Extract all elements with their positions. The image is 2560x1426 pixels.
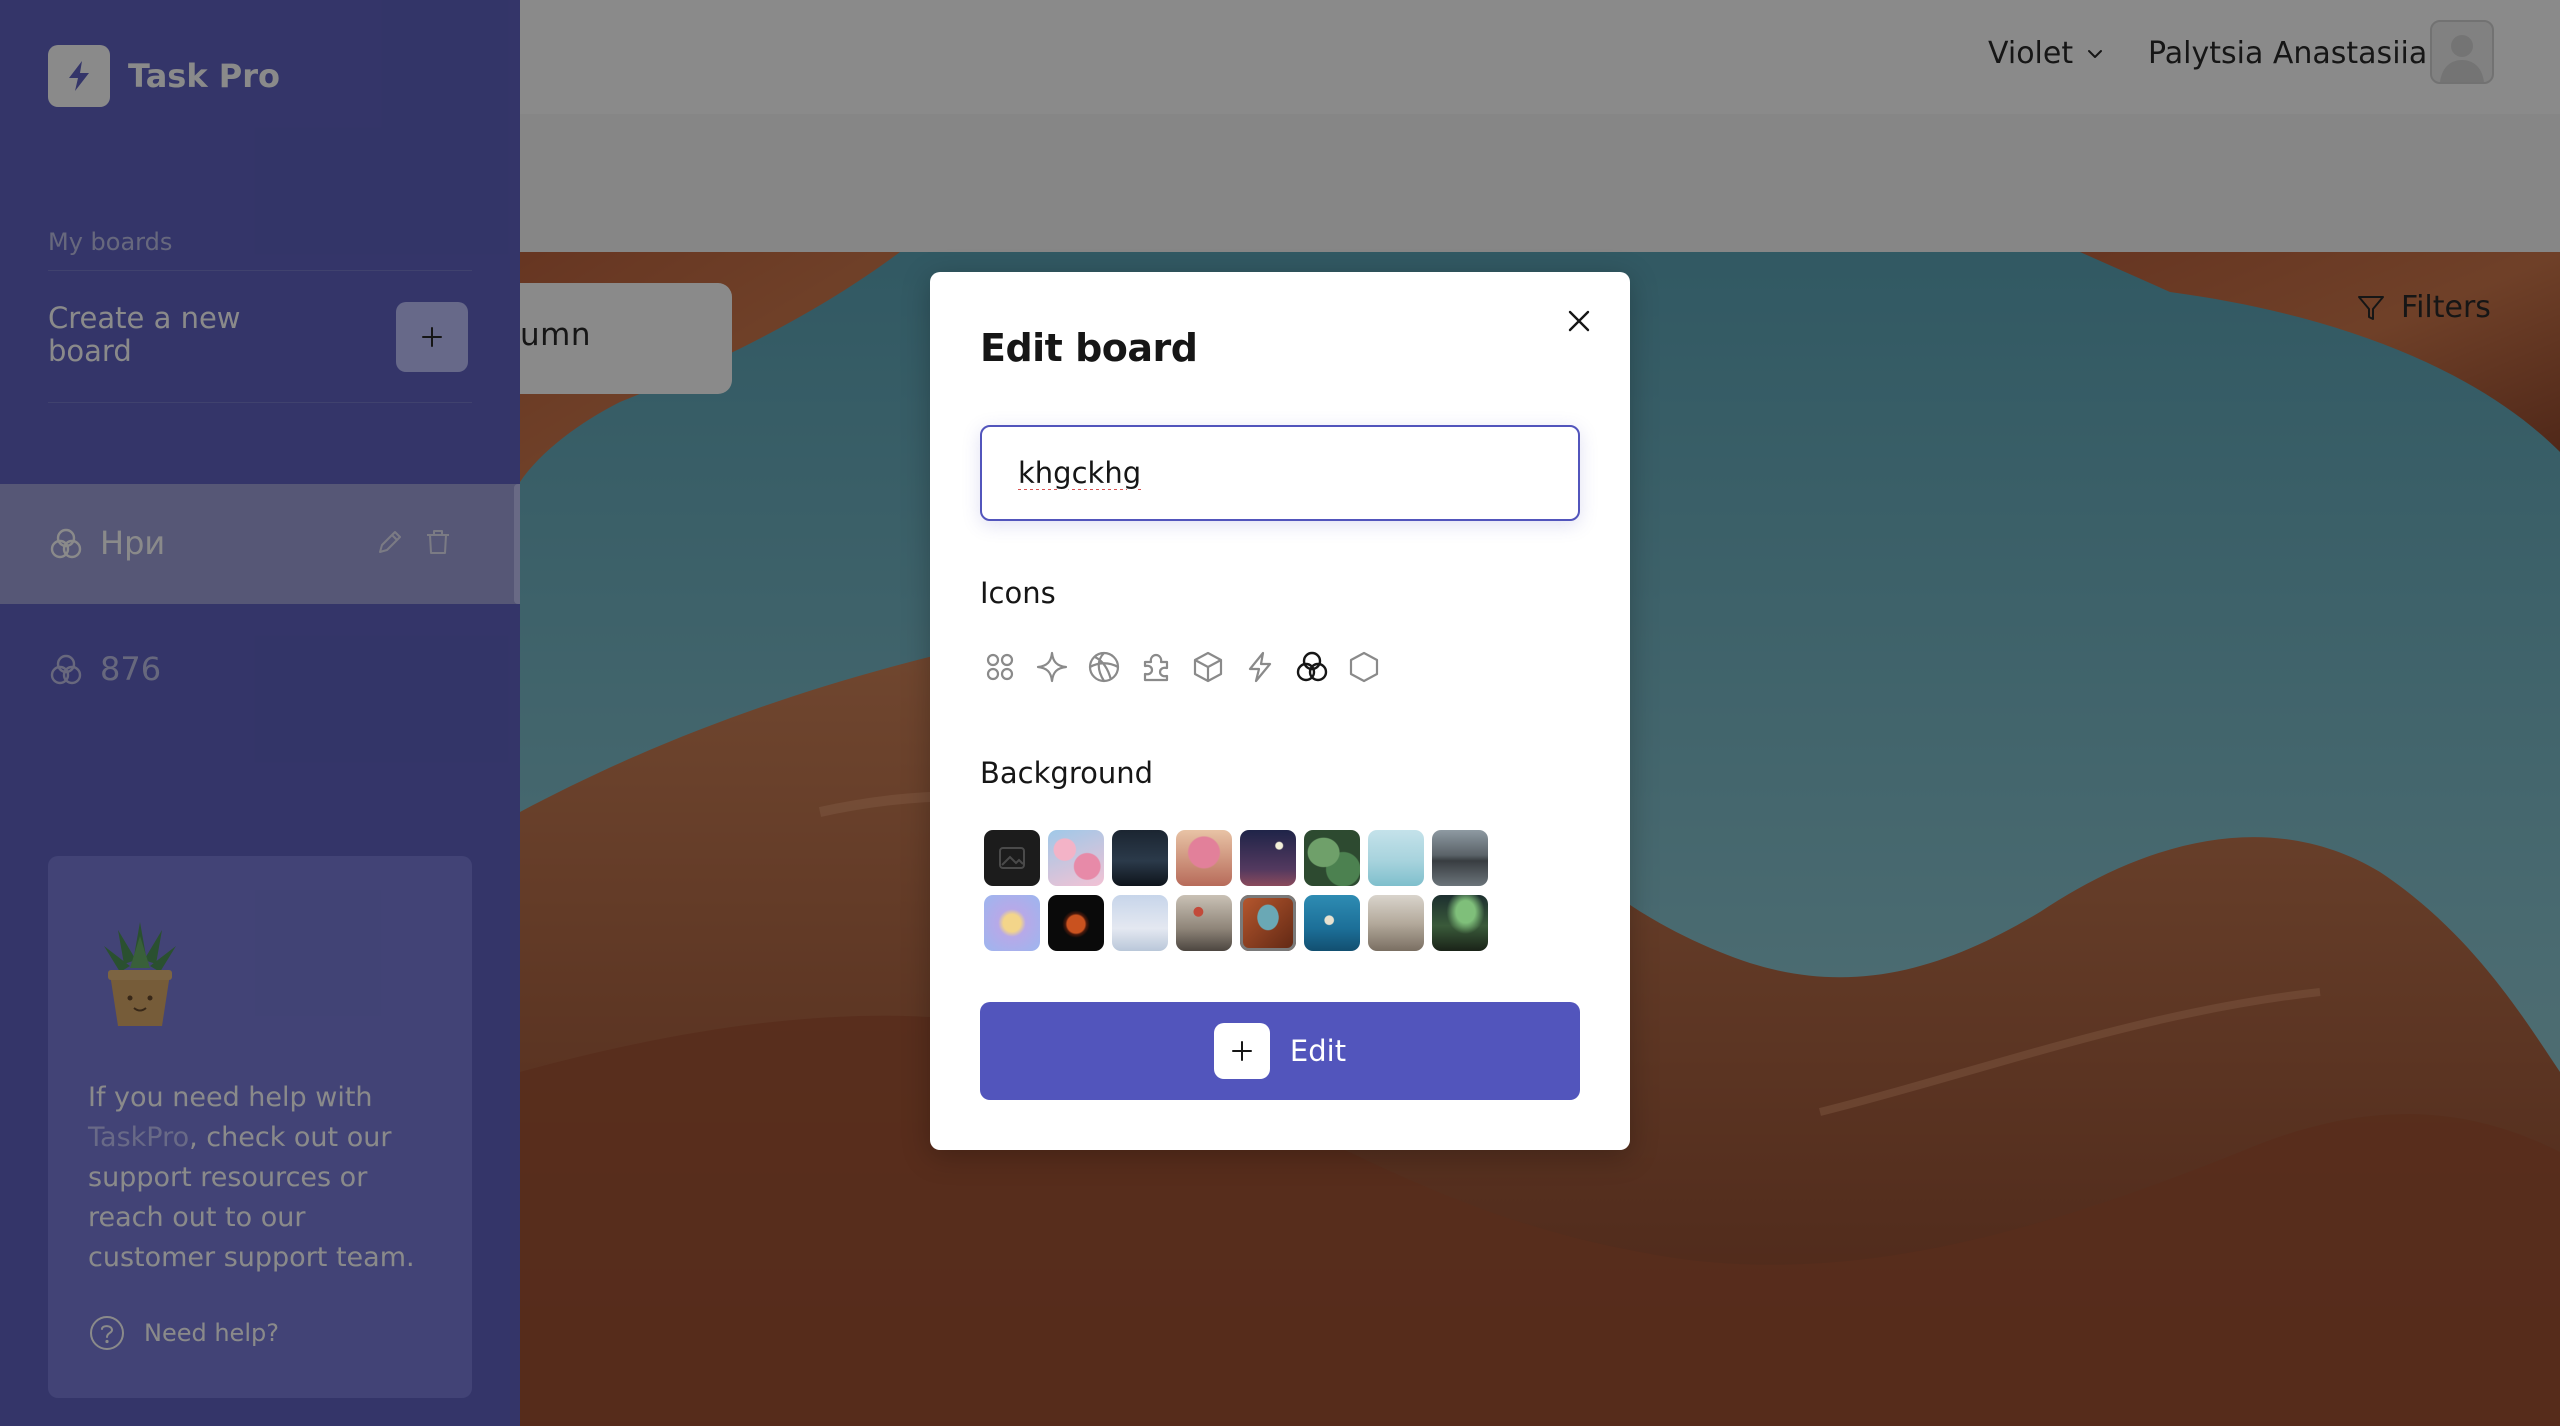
hexagon-icon	[1349, 651, 1379, 683]
bg-option-canyon-arch[interactable]	[1240, 895, 1296, 951]
icons-selector	[980, 647, 1384, 687]
close-icon	[1568, 310, 1590, 332]
star-icon	[1036, 651, 1068, 683]
plus-icon	[1231, 1041, 1252, 1061]
bg-option-pale-sea[interactable]	[1368, 830, 1424, 886]
bg-option-tropical-sea[interactable]	[1304, 895, 1360, 951]
icon-option-loading[interactable]	[1084, 647, 1124, 687]
lightning-icon	[1248, 651, 1272, 683]
bg-option-none[interactable]	[984, 830, 1040, 886]
edit-button-label: Edit	[1289, 1034, 1347, 1068]
board-title-input[interactable]	[980, 425, 1580, 521]
background-label: Background	[980, 756, 1154, 790]
close-button[interactable]	[1558, 300, 1600, 342]
modal-title: Edit board	[980, 326, 1198, 370]
bg-option-night-sky-moon[interactable]	[1240, 830, 1296, 886]
bg-option-green-leaves[interactable]	[1304, 830, 1360, 886]
background-selector	[984, 830, 1488, 951]
bg-option-red-moon[interactable]	[1048, 895, 1104, 951]
bg-option-hot-air-balloons[interactable]	[1176, 895, 1232, 951]
icon-option-puzzle[interactable]	[1136, 647, 1176, 687]
bg-option-purple-orb[interactable]	[984, 895, 1040, 951]
bg-option-lake-reflection[interactable]	[1432, 830, 1488, 886]
bg-option-pink-blossom[interactable]	[1048, 830, 1104, 886]
icon-option-container[interactable]	[1188, 647, 1228, 687]
bg-option-blossom-tree[interactable]	[1176, 830, 1232, 886]
edit-board-modal: Edit board Icons Background	[930, 272, 1630, 1150]
loading-icon	[1088, 651, 1120, 683]
container-icon	[1193, 651, 1223, 683]
bg-option-balloon-valley[interactable]	[1368, 895, 1424, 951]
edit-plus-box	[1213, 1023, 1270, 1079]
icon-option-colors-selected[interactable]	[1292, 647, 1332, 687]
icon-option-lightning[interactable]	[1240, 647, 1280, 687]
project-icon	[986, 653, 1014, 681]
bg-option-dark-mountain-night[interactable]	[1112, 830, 1168, 886]
bg-option-sailboat-sky[interactable]	[1112, 895, 1168, 951]
colors-icon	[1296, 651, 1328, 682]
icons-label: Icons	[980, 576, 1056, 610]
image-placeholder-icon	[999, 847, 1025, 869]
puzzle-icon	[1143, 653, 1169, 682]
icon-option-project[interactable]	[980, 647, 1020, 687]
icon-option-hexagon[interactable]	[1344, 647, 1384, 687]
edit-submit-button[interactable]: Edit	[980, 1002, 1580, 1100]
icon-option-star[interactable]	[1032, 647, 1072, 687]
bg-option-aurora-night[interactable]	[1432, 895, 1488, 951]
